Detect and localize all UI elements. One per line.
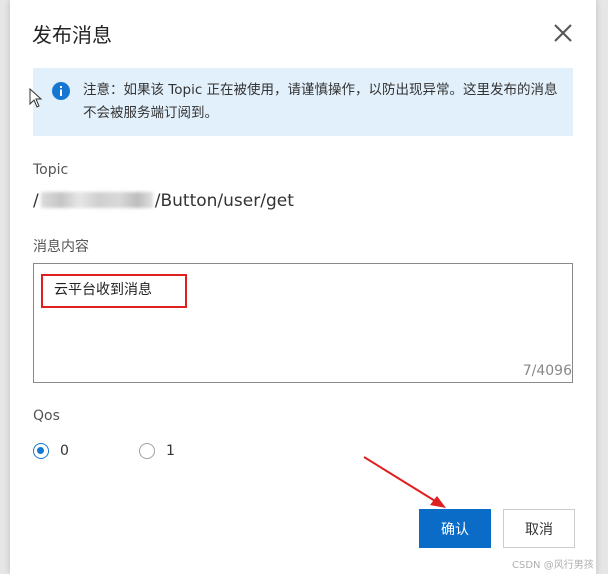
publish-message-dialog: 发布消息 注意：如果该 Topic 正在被使用，请谨慎操作，以防出现异常。这里发…: [10, 0, 596, 574]
mouse-cursor-icon: [29, 88, 43, 108]
qos-label: Qos: [33, 408, 60, 424]
char-counter: 7/4096: [522, 363, 572, 379]
cancel-button[interactable]: 取消: [503, 509, 575, 548]
redacted-product-key: [40, 192, 153, 208]
notice-text: 注意：如果该 Topic 正在被使用，请谨慎操作，以防出现异常。这里发布的消息不…: [83, 82, 558, 121]
background-page: [596, 0, 608, 574]
watermark: CSDN @风行男孩: [512, 560, 594, 571]
annotation-highlight-box: [41, 274, 187, 308]
message-label: 消息内容: [33, 239, 89, 255]
close-icon[interactable]: [551, 21, 575, 45]
topic-value: / /Button/user/get: [33, 191, 294, 211]
topic-label: Topic: [33, 162, 69, 178]
notice-banner: 注意：如果该 Topic 正在被使用，请谨慎操作，以防出现异常。这里发布的消息不…: [33, 68, 573, 136]
qos-option-1-label[interactable]: 1: [166, 443, 175, 459]
qos-radio-1[interactable]: [139, 443, 155, 459]
info-icon: [52, 82, 70, 100]
confirm-button[interactable]: 确认: [419, 509, 491, 548]
dialog-title: 发布消息: [32, 23, 112, 47]
background-page: [0, 0, 10, 574]
qos-option-0-label[interactable]: 0: [60, 443, 69, 459]
qos-radio-0[interactable]: [33, 443, 49, 459]
topic-prefix: /: [33, 191, 39, 211]
message-textarea[interactable]: 云平台收到消息 7/4096: [33, 263, 573, 383]
topic-suffix: /Button/user/get: [154, 191, 294, 211]
